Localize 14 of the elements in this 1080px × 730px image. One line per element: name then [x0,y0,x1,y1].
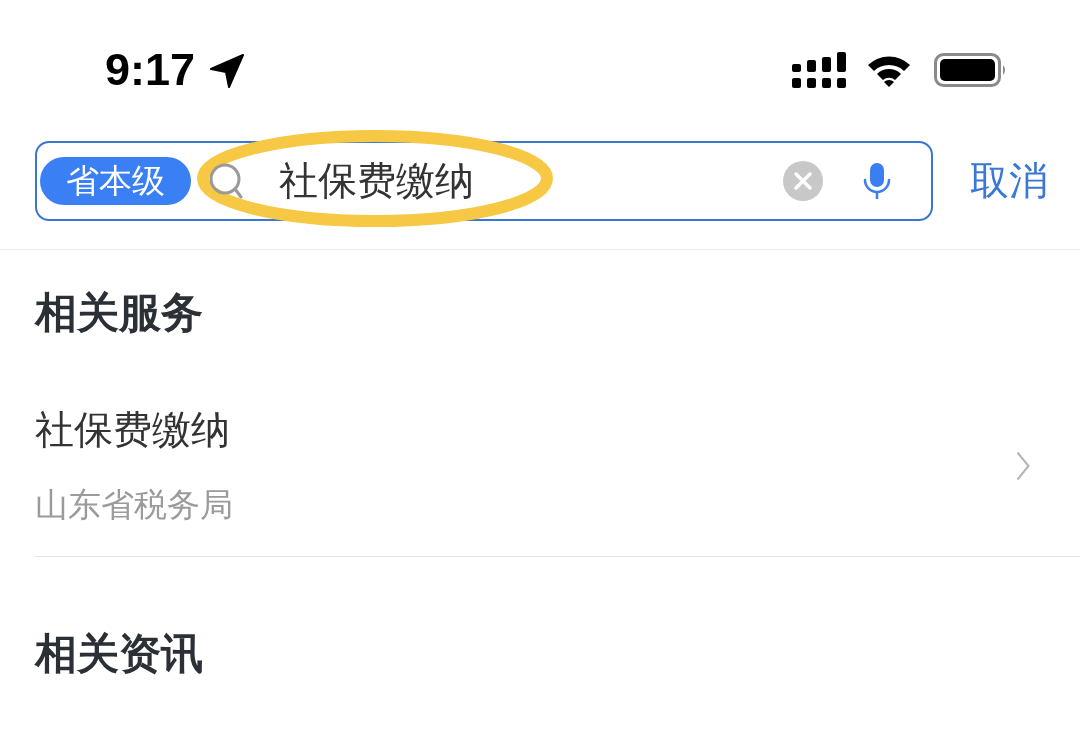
status-time: 9:17 [105,45,196,95]
scope-tag[interactable]: 省本级 [40,157,191,205]
signal-icon [792,52,846,88]
wifi-icon [866,53,912,87]
service-department: 山东省税务局 [35,484,233,526]
section-heading: 相关资讯 [35,629,203,678]
microphone-icon[interactable] [862,162,892,200]
battery-icon [934,53,1008,87]
section-heading: 相关服务 [35,288,203,337]
cancel-button[interactable]: 取消 [970,156,1048,206]
chevron-right-icon [1016,451,1030,481]
location-arrow-icon [209,53,246,89]
search-input[interactable]: 社保费缴纳 [243,153,783,209]
service-title[interactable]: 社保费缴纳 [35,405,230,455]
